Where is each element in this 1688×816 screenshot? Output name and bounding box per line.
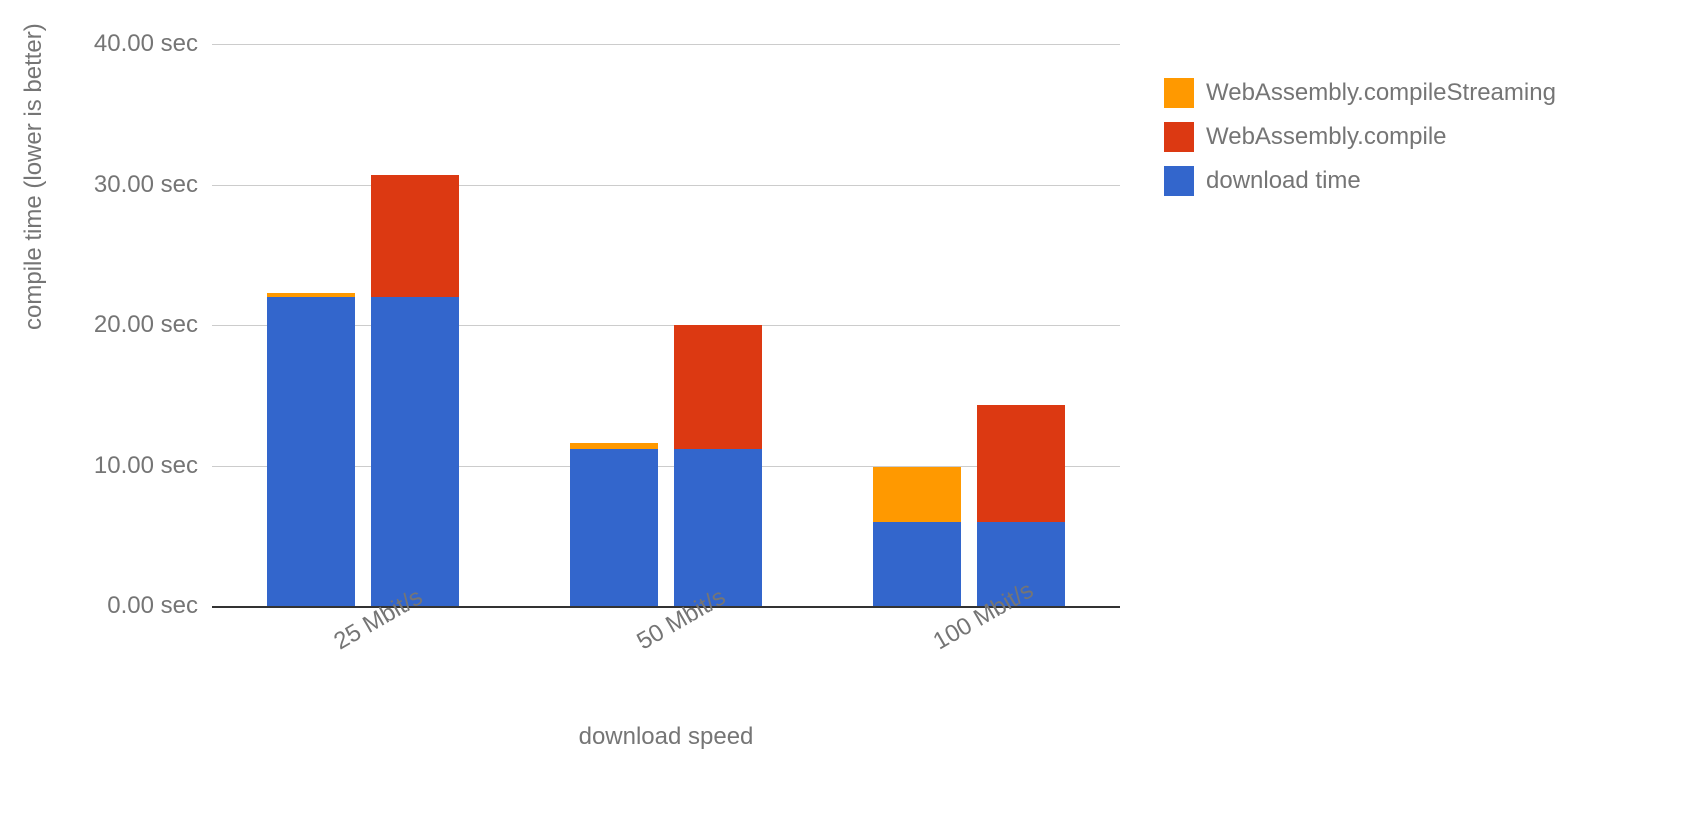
legend-swatch [1164, 78, 1194, 108]
bar-segment [570, 443, 658, 449]
bar-segment [371, 297, 459, 606]
legend-label: WebAssembly.compileStreaming [1206, 79, 1556, 107]
bar [674, 44, 762, 606]
legend-item: WebAssembly.compile [1164, 122, 1556, 152]
legend: WebAssembly.compileStreaming WebAssembly.… [1164, 78, 1556, 210]
y-tick-label: 0.00 sec [107, 592, 212, 620]
x-axis-label: download speed [212, 723, 1120, 751]
y-axis-label: compile time (lower is better) [20, 23, 48, 330]
y-tick-label: 40.00 sec [94, 30, 212, 58]
y-tick-label: 10.00 sec [94, 452, 212, 480]
legend-swatch [1164, 122, 1194, 152]
bar-segment [371, 175, 459, 297]
bar [977, 44, 1065, 606]
bar [570, 44, 658, 606]
bar-segment [873, 467, 961, 522]
y-tick-label: 20.00 sec [94, 311, 212, 339]
bar-segment [267, 293, 355, 297]
legend-label: download time [1206, 167, 1361, 195]
chart-container: compile time (lower is better) 0.00 sec1… [0, 0, 1688, 816]
legend-label: WebAssembly.compile [1206, 123, 1447, 151]
y-tick-label: 30.00 sec [94, 171, 212, 199]
bar [267, 44, 355, 606]
legend-item: download time [1164, 166, 1556, 196]
bar-segment [977, 405, 1065, 522]
bar-segment [674, 325, 762, 449]
plot-area: 0.00 sec10.00 sec20.00 sec30.00 sec40.00… [212, 44, 1120, 606]
bar [371, 44, 459, 606]
legend-swatch [1164, 166, 1194, 196]
legend-item: WebAssembly.compileStreaming [1164, 78, 1556, 108]
bar-segment [570, 449, 658, 606]
bar [873, 44, 961, 606]
bar-segment [267, 297, 355, 606]
